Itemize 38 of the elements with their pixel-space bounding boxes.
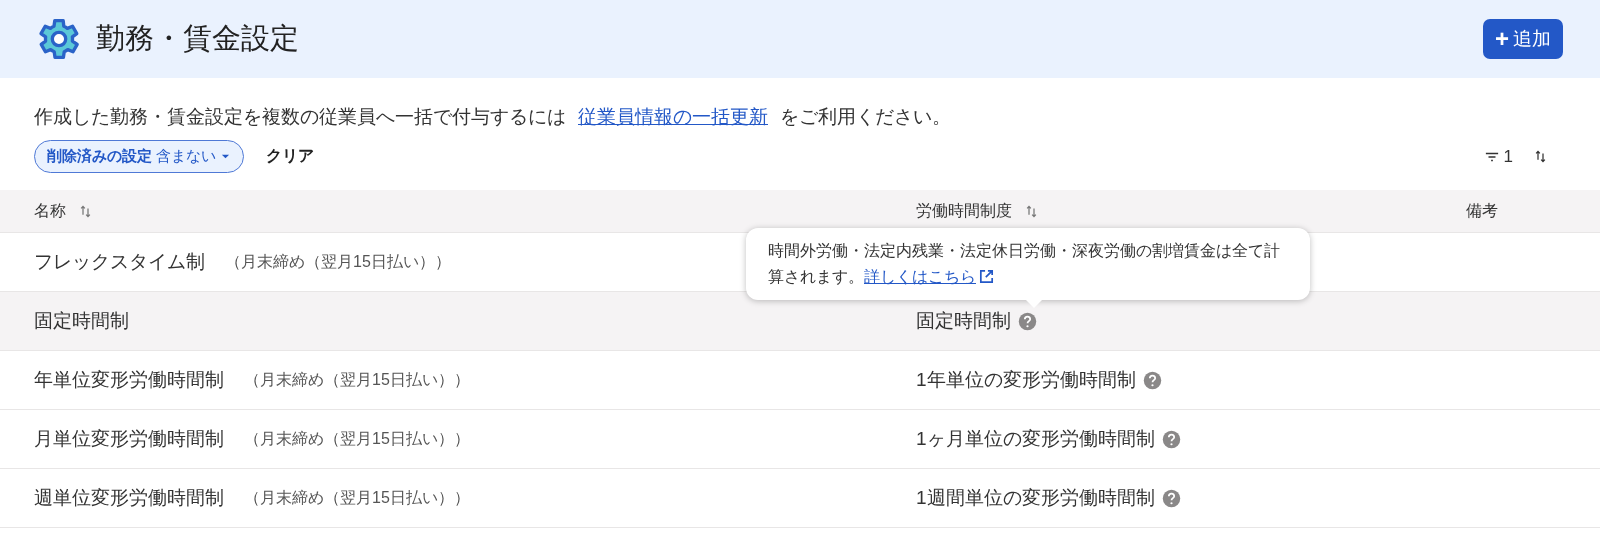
setting-name: 月単位変形労働時間制: [34, 427, 224, 451]
setting-note: （月末締め（翌月15日払い））: [244, 428, 470, 449]
clear-button[interactable]: クリア: [260, 145, 320, 168]
external-link-icon: [978, 268, 995, 285]
sort-icon[interactable]: [1533, 149, 1548, 164]
table-row[interactable]: 固定時間制 固定時間制: [0, 292, 1600, 351]
help-icon[interactable]: [1142, 370, 1162, 390]
work-system: 固定時間制: [916, 309, 1011, 333]
setting-name: 年単位変形労働時間制: [34, 368, 224, 392]
column-header: 労働時間制度: [916, 200, 1012, 221]
setting-name: 固定時間制: [34, 309, 129, 333]
table-row[interactable]: 月単位変形労働時間制 （月末締め（翌月15日払い）） 1ヶ月単位の変形労働時間制: [0, 410, 1600, 469]
info-text: 作成した勤務・賃金設定を複数の従業員へ一括で付与するには: [34, 105, 566, 129]
column-header: 名称: [34, 200, 66, 221]
table-row[interactable]: 週単位変形労働時間制 （月末締め（翌月15日払い）） 1週間単位の変形労働時間制: [0, 469, 1600, 528]
bulk-update-link[interactable]: 従業員情報の一括更新: [578, 104, 768, 130]
add-button[interactable]: + 追加: [1483, 19, 1563, 59]
table-row[interactable]: 年単位変形労働時間制 （月末締め（翌月15日払い）） 1年単位の変形労働時間制: [0, 351, 1600, 410]
info-text: をご利用ください。: [780, 105, 951, 129]
help-icon[interactable]: [1161, 429, 1181, 449]
setting-note: （月末締め（翌月15日払い））: [244, 487, 470, 508]
page-title: 勤務・賃金設定: [96, 21, 299, 56]
help-icon[interactable]: [1018, 311, 1037, 331]
caret-icon: [220, 152, 231, 161]
details-link[interactable]: 詳しくはこちら: [864, 268, 995, 285]
column-header: 備考: [1466, 200, 1498, 221]
help-icon[interactable]: [1161, 488, 1181, 508]
work-system: 1年単位の変形労働時間制: [916, 368, 1136, 392]
work-system: 1週間単位の変形労働時間制: [916, 486, 1155, 510]
tooltip-text: 時間外労働・法定内残業・法定休日労働・深夜労働の割増賃金は全て計算されます。詳しくはこちら: [768, 241, 1281, 287]
work-system: 1ヶ月単位の変形労働時間制: [916, 427, 1155, 451]
setting-name: 週単位変形労働時間制: [34, 486, 224, 510]
setting-note: （月末締め（翌月15日払い））: [225, 251, 451, 272]
filter-chip[interactable]: 削除済みの設定 含まない: [34, 140, 244, 173]
filter-button[interactable]: 1: [1477, 145, 1519, 168]
setting-note: （月末締め（翌月15日払い））: [244, 369, 470, 390]
setting-name: フレックスタイム制: [34, 250, 205, 274]
settings-icon: [36, 16, 82, 62]
